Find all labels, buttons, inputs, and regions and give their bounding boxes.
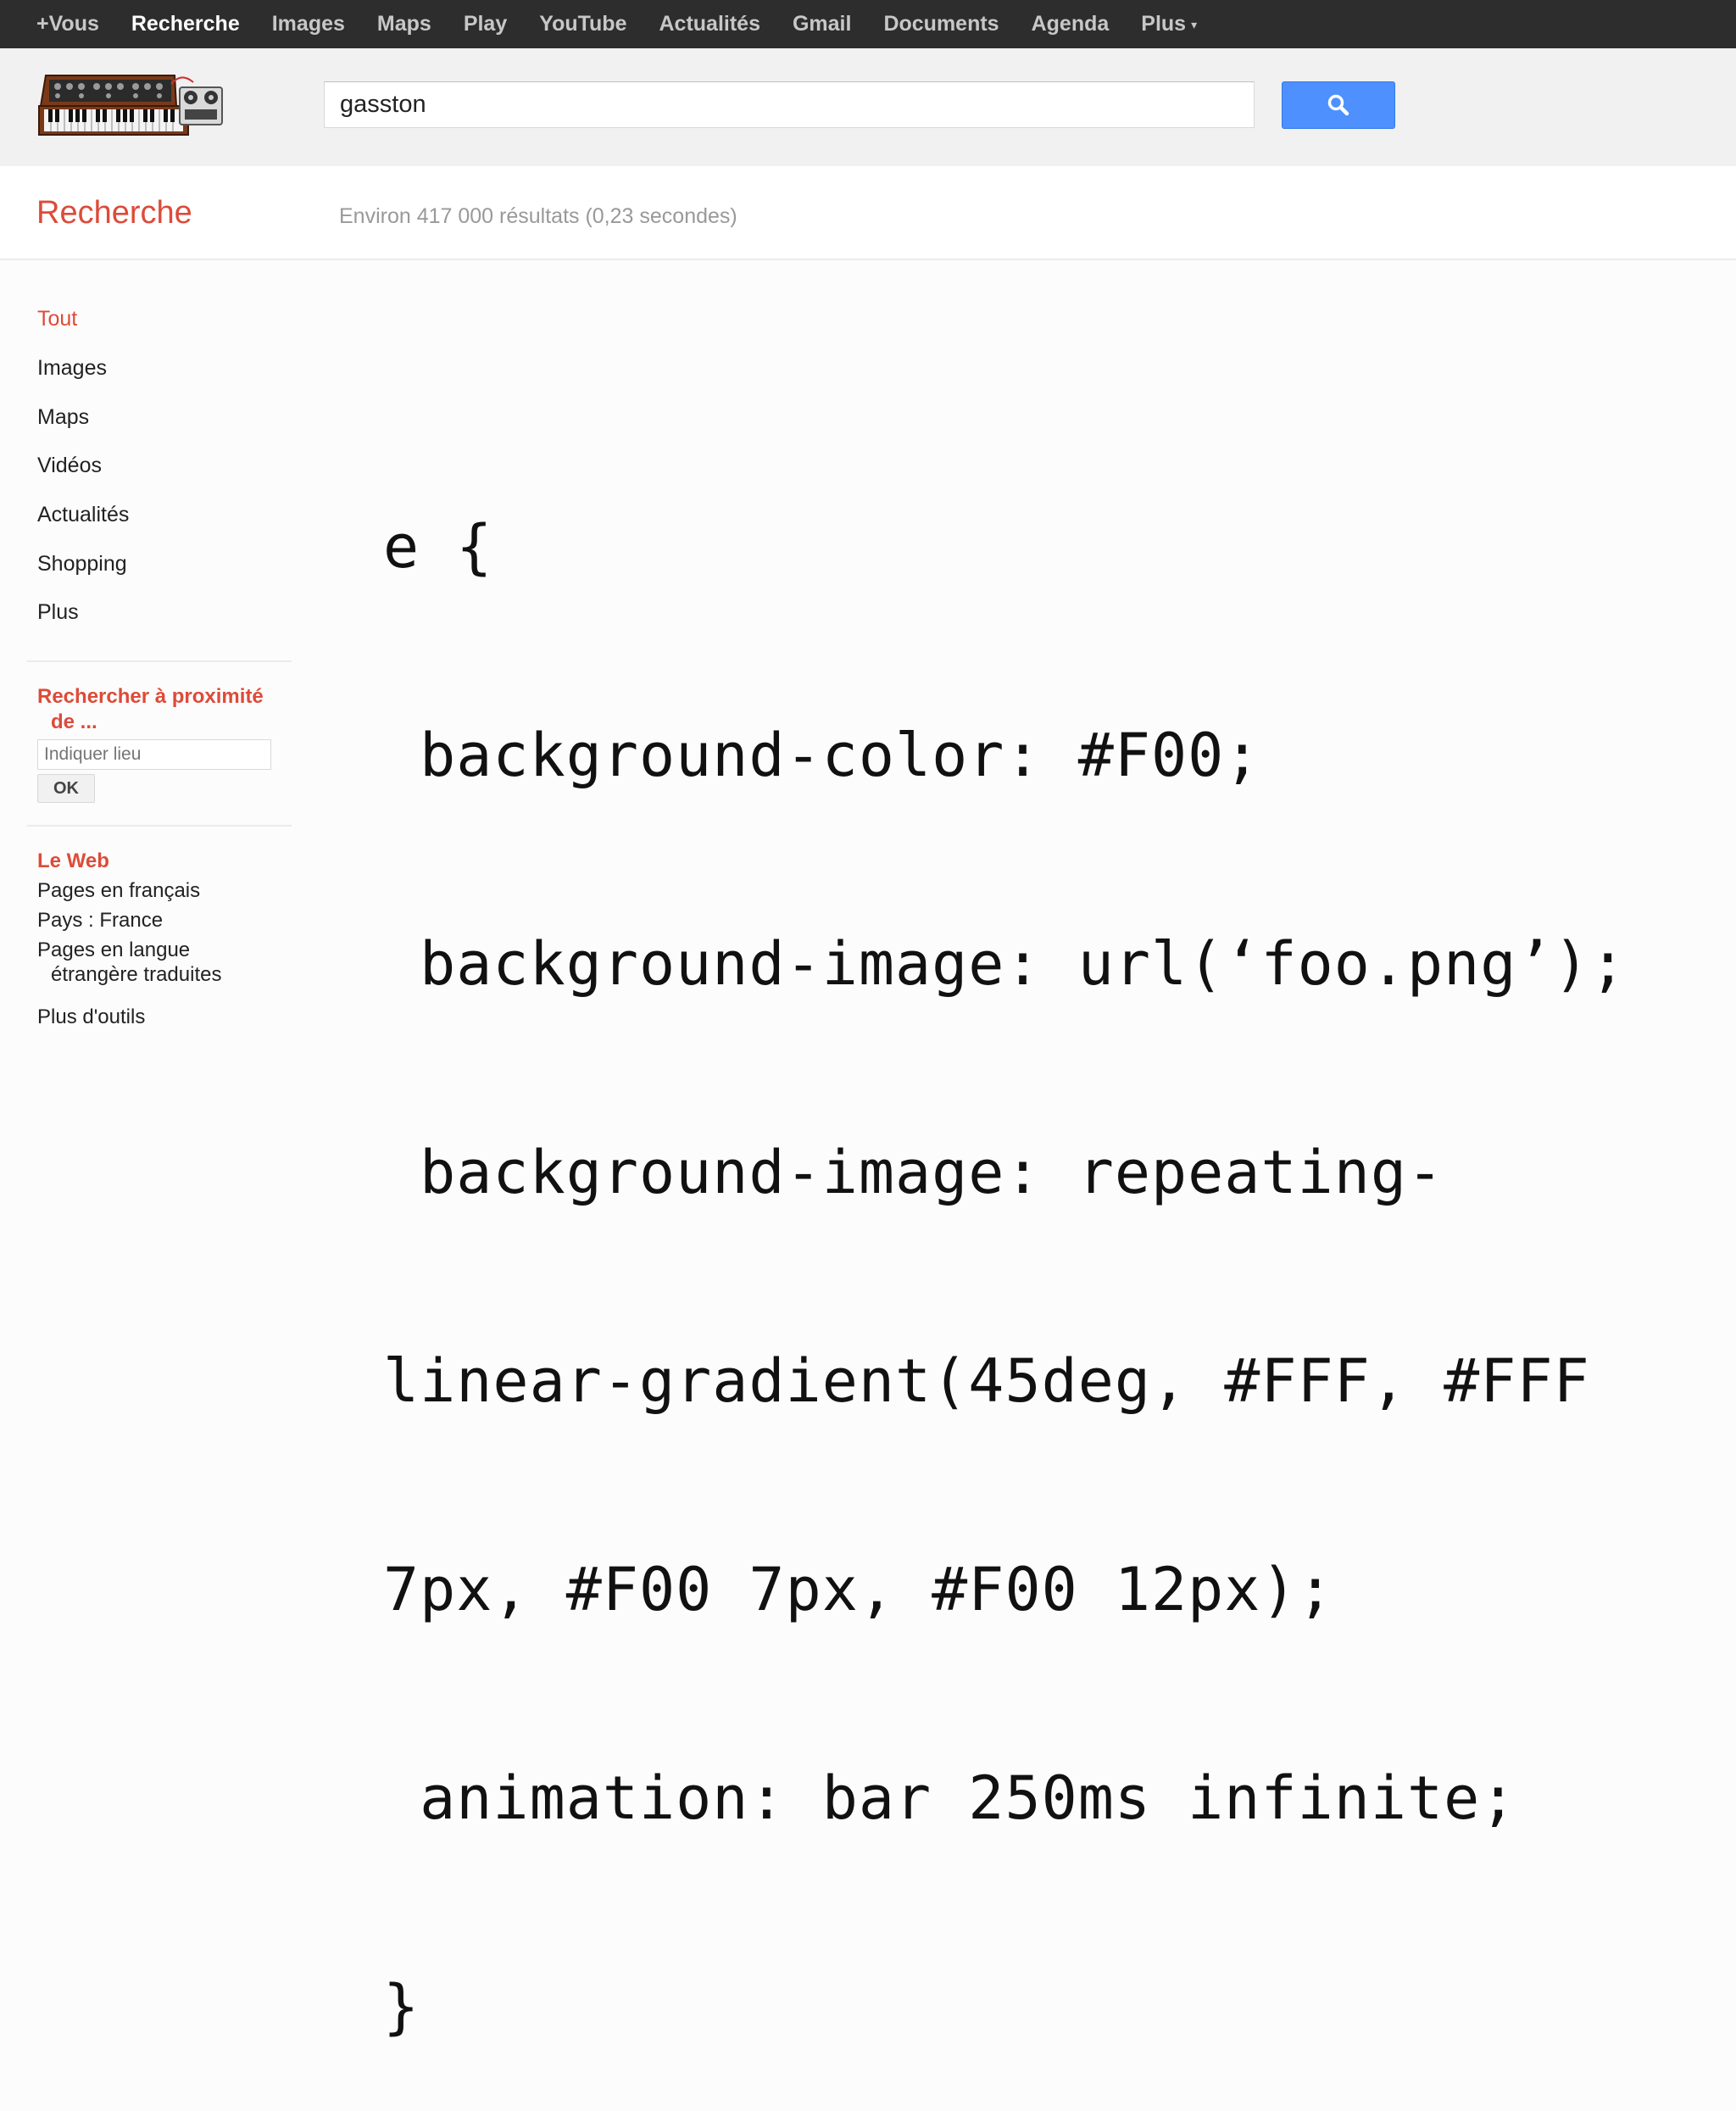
topbar-link-actualites[interactable]: Actualités	[659, 12, 760, 36]
web-heading[interactable]: Le Web	[37, 849, 283, 874]
ok-button[interactable]: OK	[37, 774, 95, 803]
search-input[interactable]	[324, 81, 1255, 128]
nav-item-maps[interactable]: Maps	[37, 405, 89, 430]
google-top-bar: +Vous Recherche Images Maps Play YouTube…	[0, 0, 1736, 48]
section-title: Recherche	[36, 195, 192, 231]
topbar-link-plus[interactable]: Plus ▾	[1141, 12, 1197, 36]
code-line: }	[383, 1972, 420, 2041]
search-header	[0, 48, 1736, 166]
code-line: background-image: repeating-	[383, 1138, 1444, 1207]
topbar-link-agenda[interactable]: Agenda	[1032, 12, 1110, 36]
tool-pays-france[interactable]: Pays : France	[37, 908, 163, 933]
synthesizer-logo-icon[interactable]	[37, 72, 224, 142]
topbar-link-play[interactable]: Play	[464, 12, 507, 36]
topbar-link-plus-vous[interactable]: +Vous	[36, 12, 99, 36]
nav-divider	[27, 660, 292, 662]
nearby-heading[interactable]: Rechercher à proximité de ...	[37, 684, 283, 735]
topbar-link-images[interactable]: Images	[272, 12, 345, 36]
search-icon	[1327, 94, 1349, 116]
nearby-heading-line1: Rechercher à proximité	[37, 685, 264, 708]
nav-divider	[27, 825, 292, 827]
code-line: linear-gradient(45deg, #FFF, #FFF	[383, 1346, 1590, 1416]
topbar-link-gmail[interactable]: Gmail	[793, 12, 851, 36]
code-line: animation: bar 250ms infinite;	[383, 1763, 1517, 1833]
code-line: e {	[383, 512, 493, 582]
topbar-link-youtube[interactable]: YouTube	[539, 12, 626, 36]
nav-item-shopping[interactable]: Shopping	[37, 552, 127, 576]
topbar-link-documents[interactable]: Documents	[883, 12, 999, 36]
tool-line1: Pages en langue	[37, 939, 191, 961]
results-subheader: Recherche Environ 417 000 résultats (0,2…	[0, 166, 1736, 260]
nearby-heading-line2: de ...	[51, 710, 97, 733]
topbar-plus-label: Plus	[1141, 12, 1187, 36]
result-stats: Environ 417 000 résultats (0,23 secondes…	[339, 204, 737, 228]
nav-item-videos[interactable]: Vidéos	[37, 454, 102, 478]
tool-pages-langue-etrangere[interactable]: Pages en langue étrangère traduites	[37, 938, 221, 987]
nav-item-tout[interactable]: Tout	[37, 307, 77, 331]
tool-plus-outils[interactable]: Plus d'outils	[37, 1005, 145, 1029]
code-line: 7px, #F00 7px, #F00 12px);	[383, 1555, 1334, 1624]
code-line: background-color: #F00;	[383, 721, 1261, 790]
tool-pages-francais[interactable]: Pages en français	[37, 878, 200, 903]
nav-item-plus[interactable]: Plus	[37, 600, 79, 625]
code-line: background-image: url(‘foo.png’);	[383, 929, 1627, 999]
search-button[interactable]	[1282, 81, 1395, 129]
tool-line2: étrangère traduites	[51, 963, 222, 986]
topbar-link-maps[interactable]: Maps	[377, 12, 431, 36]
place-input[interactable]	[37, 739, 271, 770]
nav-item-images[interactable]: Images	[37, 356, 107, 381]
nav-item-actualites[interactable]: Actualités	[37, 503, 129, 527]
caret-down-icon: ▾	[1191, 17, 1198, 31]
topbar-link-recherche[interactable]: Recherche	[131, 12, 240, 36]
code-block: e { background-color: #F00; background-i…	[383, 373, 1722, 2111]
